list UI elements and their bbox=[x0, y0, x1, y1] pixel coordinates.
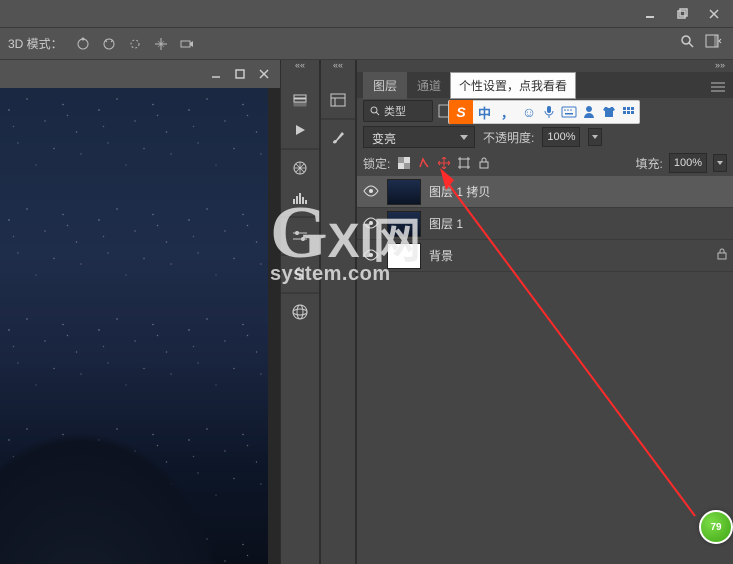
properties-panel-icon[interactable] bbox=[321, 86, 355, 114]
fill-value[interactable]: 100% bbox=[669, 153, 707, 173]
history-panel-icon[interactable] bbox=[281, 86, 319, 114]
lock-icon bbox=[717, 247, 727, 265]
canvas[interactable] bbox=[0, 88, 268, 564]
doc-close-button[interactable] bbox=[252, 64, 276, 84]
blend-row: 变亮 不透明度: 100% bbox=[357, 124, 733, 150]
ime-smiley-icon[interactable]: ☺ bbox=[519, 102, 539, 122]
notification-badge[interactable]: 79 bbox=[699, 510, 733, 544]
workspace-icon[interactable] bbox=[705, 34, 723, 53]
ime-skin-icon[interactable] bbox=[599, 102, 619, 122]
lock-label: 锁定: bbox=[363, 155, 390, 172]
opacity-dropdown-icon[interactable] bbox=[588, 128, 602, 146]
filter-type-select[interactable]: 类型 bbox=[363, 100, 433, 122]
options-bar: 3D 模式： bbox=[0, 28, 733, 60]
layer-name[interactable]: 图层 1 拷贝 bbox=[429, 183, 490, 200]
layer-row[interactable]: 图层 1 bbox=[357, 208, 733, 240]
blend-mode-value: 变亮 bbox=[372, 132, 396, 146]
mode-label: 3D 模式： bbox=[8, 35, 63, 52]
blend-mode-select[interactable]: 变亮 bbox=[363, 126, 475, 148]
lock-transparent-icon[interactable] bbox=[396, 155, 412, 171]
collapse-arrows-icon[interactable]: »» bbox=[357, 60, 733, 72]
app-titlebar bbox=[0, 0, 733, 28]
adjustments-panel-icon[interactable] bbox=[281, 222, 319, 250]
tooltip: 个性设置，点我看看 bbox=[450, 72, 576, 99]
layer-thumbnail[interactable] bbox=[387, 211, 421, 237]
layer-name[interactable]: 图层 1 bbox=[429, 215, 463, 232]
doc-restore-button[interactable] bbox=[228, 64, 252, 84]
paragraph-panel-icon[interactable] bbox=[281, 260, 319, 288]
layers-panel: »» 图层 通道 类型 T 变亮 不透明度: 100% 锁定: bbox=[356, 60, 733, 564]
lock-position-icon[interactable] bbox=[436, 155, 452, 171]
layer-list: 图层 1 拷贝 图层 1 背景 bbox=[357, 176, 733, 564]
tab-layers[interactable]: 图层 bbox=[363, 72, 407, 99]
expand-arrows-icon[interactable]: «« bbox=[321, 60, 355, 72]
3d-panel-icon[interactable] bbox=[281, 298, 319, 326]
brush-panel-icon[interactable] bbox=[321, 124, 355, 152]
actions-panel-icon[interactable] bbox=[281, 116, 319, 144]
restore-button[interactable] bbox=[667, 3, 697, 25]
ime-toolbar[interactable]: S 中 ， ☺ bbox=[448, 100, 640, 124]
ime-user-icon[interactable] bbox=[579, 102, 599, 122]
fill-label: 填充: bbox=[636, 155, 663, 172]
lock-all-icon[interactable] bbox=[476, 155, 492, 171]
panel-dock-1: «« bbox=[280, 60, 320, 564]
camera-icon[interactable] bbox=[177, 34, 197, 54]
canvas-image bbox=[0, 88, 268, 564]
orbit-icon[interactable] bbox=[73, 34, 93, 54]
opacity-label: 不透明度: bbox=[483, 129, 534, 146]
filter-type-label: 类型 bbox=[384, 103, 406, 119]
fill-dropdown-icon[interactable] bbox=[713, 154, 727, 172]
layer-row[interactable]: 图层 1 拷贝 bbox=[357, 176, 733, 208]
layer-name[interactable]: 背景 bbox=[429, 247, 453, 264]
navigator-panel-icon[interactable] bbox=[281, 154, 319, 182]
lock-image-icon[interactable] bbox=[416, 155, 432, 171]
pan-icon[interactable] bbox=[125, 34, 145, 54]
ime-tools-icon[interactable] bbox=[619, 102, 639, 122]
histogram-panel-icon[interactable] bbox=[281, 184, 319, 212]
slide-icon[interactable] bbox=[151, 34, 171, 54]
visibility-icon[interactable] bbox=[363, 184, 379, 200]
document-area bbox=[0, 60, 280, 564]
minimize-button[interactable] bbox=[635, 3, 665, 25]
layer-thumbnail[interactable] bbox=[387, 179, 421, 205]
ime-logo[interactable]: S bbox=[449, 100, 473, 124]
close-button[interactable] bbox=[699, 3, 729, 25]
lock-row: 锁定: 填充: 100% bbox=[357, 150, 733, 176]
expand-arrows-icon[interactable]: «« bbox=[281, 60, 319, 72]
document-window-controls bbox=[0, 60, 280, 88]
tab-channels[interactable]: 通道 bbox=[407, 72, 451, 99]
lock-artboard-icon[interactable] bbox=[456, 155, 472, 171]
ime-lang[interactable]: 中 bbox=[473, 103, 496, 122]
ime-mic-icon[interactable] bbox=[539, 102, 559, 122]
visibility-icon[interactable] bbox=[363, 248, 379, 264]
panel-dock-2: «« bbox=[320, 60, 356, 564]
search-icon[interactable] bbox=[679, 33, 695, 54]
doc-minimize-button[interactable] bbox=[204, 64, 228, 84]
ime-punct[interactable]: ， bbox=[496, 103, 519, 122]
opacity-value[interactable]: 100% bbox=[542, 127, 580, 147]
layer-row[interactable]: 背景 bbox=[357, 240, 733, 272]
panel-menu-icon[interactable] bbox=[711, 79, 725, 97]
visibility-icon[interactable] bbox=[363, 216, 379, 232]
search-icon bbox=[370, 106, 380, 116]
layer-thumbnail[interactable] bbox=[387, 243, 421, 269]
roll-icon[interactable] bbox=[99, 34, 119, 54]
ime-keyboard-icon[interactable] bbox=[559, 102, 579, 122]
